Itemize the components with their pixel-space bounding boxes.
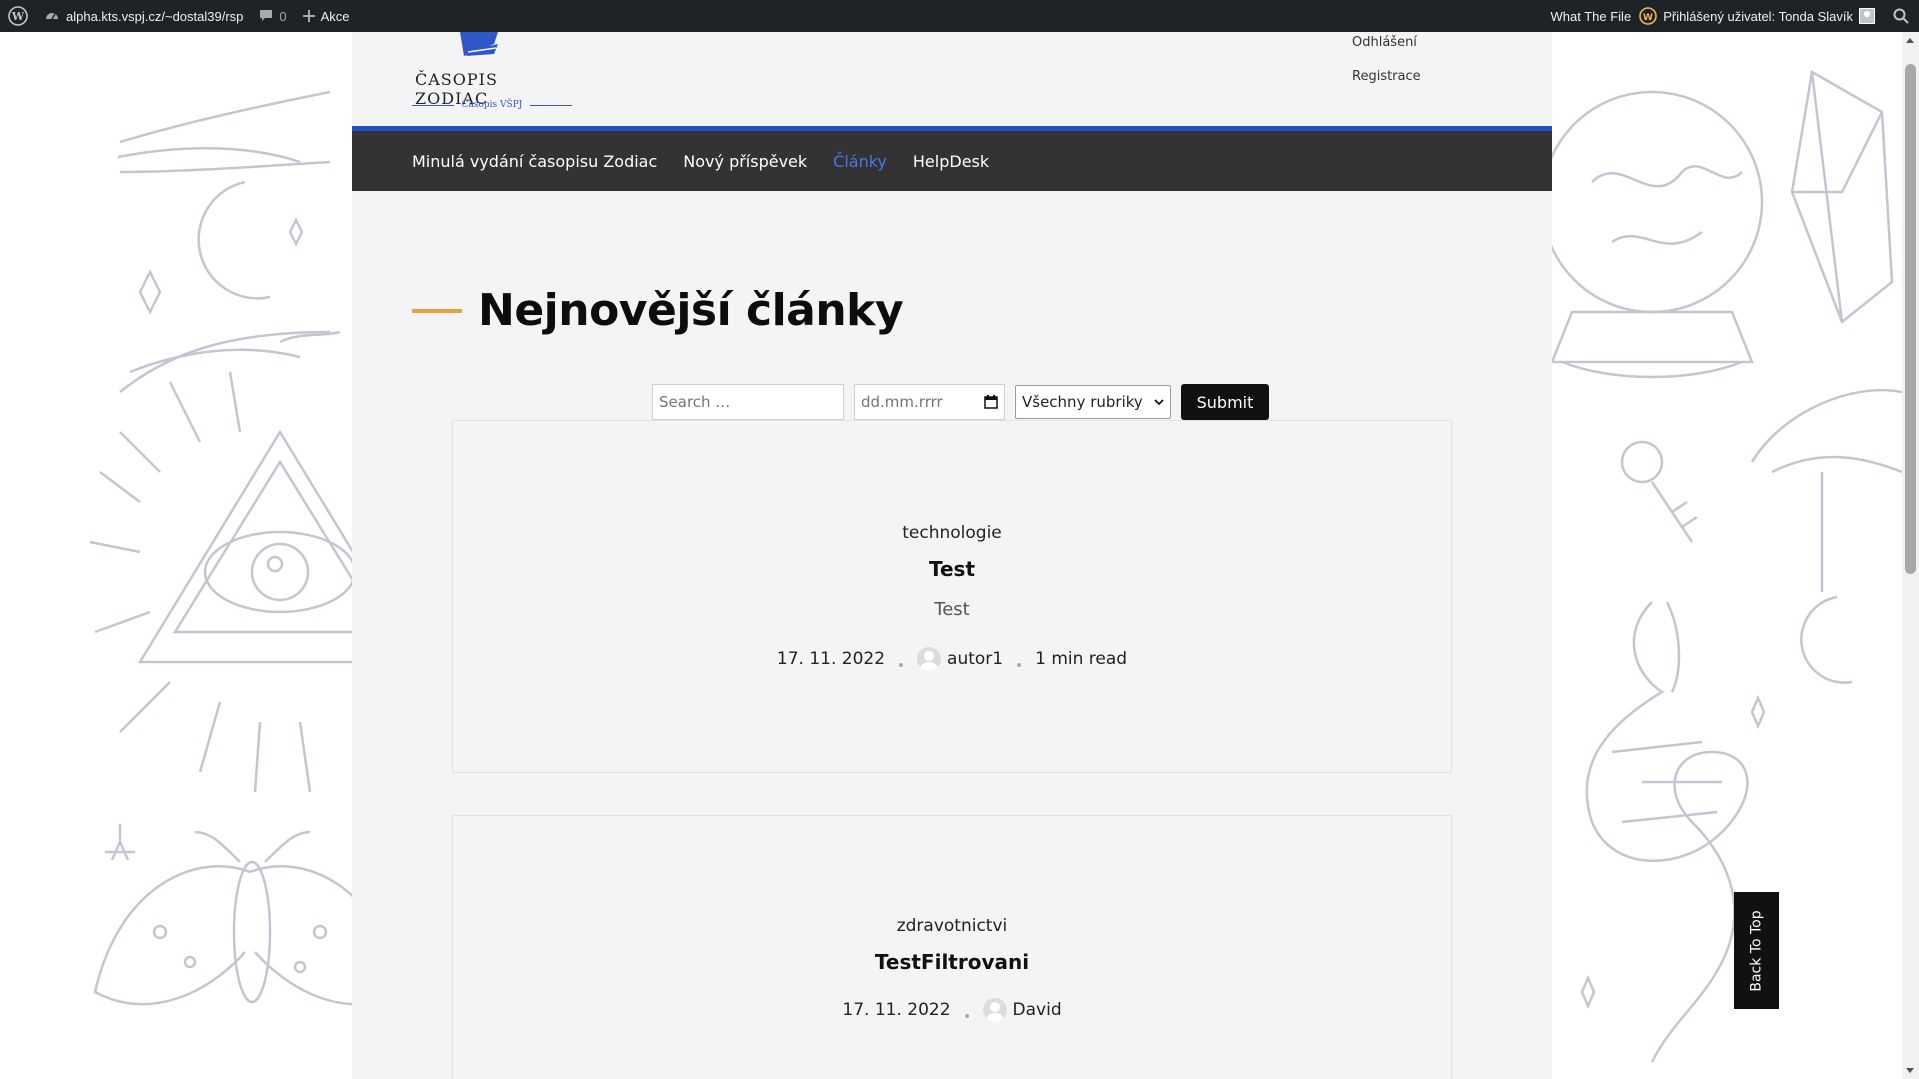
page-scrollbar[interactable] [1902,32,1919,1079]
page-heading: Nejnovější články [412,285,904,336]
author-name: David [1012,1000,1062,1020]
register-link[interactable]: Registrace [1352,60,1421,94]
post-category[interactable]: technologie [453,523,1451,543]
post-date[interactable]: 17. 11. 2022 [842,1000,950,1020]
site-logo[interactable]: ČASOPIS ZODIAC Časopis VŠPJ [412,32,572,122]
user-avatar-icon [1859,8,1875,24]
new-content-label: Akce [320,8,350,24]
comments-link[interactable]: 0 [251,0,294,32]
chevron-down-icon [1154,398,1164,405]
admin-search-button[interactable] [1883,0,1919,32]
nav-item-new-post[interactable]: Nový příspěvek [683,152,807,171]
nav-item-articles[interactable]: Články [833,152,887,171]
meta-separator [964,1014,969,1018]
plugin-badge-icon: W [1639,7,1657,25]
site-name-link[interactable]: alpha.kts.vspj.cz/~dostal39/rsp [36,0,251,32]
heading-accent-bar [412,308,462,313]
date-placeholder: dd.mm.rrrr [861,393,943,411]
author-name: autor1 [947,649,1004,669]
logo-divider-left [412,104,454,106]
post-card: technologie Test Test 17. 11. 2022 autor… [452,420,1452,773]
date-input[interactable]: dd.mm.rrrr [854,384,1005,420]
wordpress-icon: W [8,6,28,26]
post-card: zdravotnictvi TestFiltrovani 17. 11. 202… [452,815,1452,1079]
what-the-file-menu[interactable]: What The File [1543,0,1640,32]
svg-text:W: W [11,10,25,23]
book-logo-icon [460,32,498,56]
nav-item-helpdesk[interactable]: HelpDesk [913,152,989,171]
post-category[interactable]: zdravotnictvi [453,916,1451,936]
comments-count: 0 [279,8,287,24]
page-title: Nejnovější články [478,285,904,336]
search-icon [1893,8,1909,24]
post-author[interactable]: David [982,998,1062,1022]
post-meta: 17. 11. 2022 autor1 1 min read [453,647,1451,671]
post-meta: 17. 11. 2022 David [453,998,1451,1022]
logo-subtitle-row: Časopis VŠPJ [412,100,572,110]
back-to-top-button[interactable]: Back To Top [1734,892,1779,1009]
category-select[interactable]: Všechny rubriky [1015,385,1171,419]
plus-icon [302,10,315,22]
what-the-file-label: What The File [1550,8,1632,24]
site-header: ČASOPIS ZODIAC Časopis VŠPJ Odhlášení Re… [352,32,1552,131]
post-date[interactable]: 17. 11. 2022 [777,649,885,669]
post-excerpt: Test [934,599,970,620]
dashboard-icon [46,13,58,20]
user-account-menu[interactable]: W Přihlášený uživatel: Tonda Slavík [1639,0,1883,32]
read-time: 1 min read [1035,649,1128,669]
author-avatar-icon [917,647,942,671]
search-input[interactable]: Search … [652,384,844,420]
decorative-background-left [89,90,352,1006]
admin-bar: W alpha.kts.vspj.cz/~dostal39/rsp 0 Akce [0,0,1919,32]
calendar-icon[interactable] [984,395,998,409]
wordpress-logo-button[interactable]: W [0,0,36,32]
main-navigation: Minulá vydání časopisu Zodiac Nový přísp… [352,131,1552,191]
nav-item-past-issues[interactable]: Minulá vydání časopisu Zodiac [412,152,657,171]
post-author[interactable]: autor1 [917,647,1003,671]
category-selected: Všechny rubriky [1022,393,1143,411]
scroll-down-icon[interactable] [1906,1068,1914,1073]
author-avatar-icon [982,998,1007,1022]
comment-icon [260,10,273,21]
meta-separator [899,663,904,667]
new-content-menu[interactable]: Akce [295,0,358,32]
filter-form: Search … dd.mm.rrrr Všechny rubriky Subm… [652,384,1269,420]
submit-button[interactable]: Submit [1181,384,1269,420]
scrollbar-thumb[interactable] [1905,64,1916,574]
account-links: Odhlášení Registrace [1352,26,1421,94]
meta-separator [1017,663,1022,667]
scroll-up-icon[interactable] [1906,38,1914,43]
post-title[interactable]: Test [453,557,1451,581]
logo-subtitle: Časopis VŠPJ [461,100,523,110]
logo-divider-right [530,104,572,106]
site-container: ČASOPIS ZODIAC Časopis VŠPJ Odhlášení Re… [352,32,1552,1079]
svg-text:W: W [1643,13,1653,23]
site-name: alpha.kts.vspj.cz/~dostal39/rsp [66,8,244,24]
decorative-background-right [1552,70,1902,1063]
back-to-top-label: Back To Top [1748,909,1765,992]
user-greeting: Přihlášený uživatel: Tonda Slavík [1663,8,1853,24]
post-title[interactable]: TestFiltrovani [453,950,1451,974]
